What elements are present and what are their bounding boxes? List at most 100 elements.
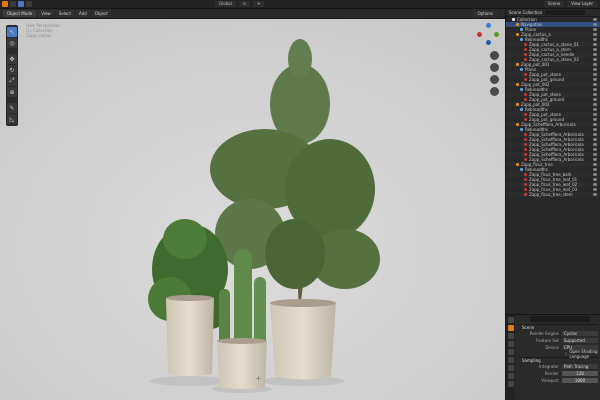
object-tab-icon[interactable] xyxy=(507,365,514,371)
zoom-icon[interactable] xyxy=(490,51,499,60)
camera-icon[interactable] xyxy=(490,75,499,84)
visibility-eye-icon[interactable] xyxy=(593,93,597,96)
snap-toggle[interactable]: ⊙ xyxy=(238,1,251,7)
collection-icon xyxy=(512,18,515,21)
layout-icon[interactable] xyxy=(18,1,24,7)
x-axis-icon xyxy=(477,32,482,37)
view-layer-dropdown[interactable]: View Layer xyxy=(567,1,597,7)
integrator-dropdown[interactable]: Path Tracing xyxy=(562,364,598,369)
visibility-eye-icon[interactable] xyxy=(593,23,597,26)
3d-cursor-icon: + xyxy=(255,374,262,383)
visibility-eye-icon[interactable] xyxy=(593,123,597,126)
grid-icon[interactable] xyxy=(26,1,32,7)
output-tab-icon[interactable] xyxy=(507,333,514,339)
cursor-3d-tool[interactable]: ◎ xyxy=(7,38,17,48)
visibility-eye-icon[interactable] xyxy=(593,158,597,161)
proportional-toggle[interactable]: ✦ xyxy=(253,1,265,7)
visibility-eye-icon[interactable] xyxy=(593,143,597,146)
visibility-eye-icon[interactable] xyxy=(593,33,597,36)
viewport-samples-field[interactable]: 1000 xyxy=(562,378,598,383)
scene-dropdown[interactable]: Scene xyxy=(543,1,565,7)
visibility-eye-icon[interactable] xyxy=(593,178,597,181)
visibility-eye-icon[interactable] xyxy=(593,168,597,171)
visibility-eye-icon[interactable] xyxy=(593,68,597,71)
visibility-eye-icon[interactable] xyxy=(593,128,597,131)
menu-view[interactable]: View xyxy=(38,10,54,17)
annotate-tool[interactable]: ✎ xyxy=(7,103,17,113)
modifier-tab-icon[interactable] xyxy=(507,373,514,379)
object-mode-dropdown[interactable]: Object Mode xyxy=(3,10,37,17)
osl-checkbox[interactable] xyxy=(565,352,568,356)
viewport-info: User Perspective (1) Collection Zapp_cac… xyxy=(26,23,60,38)
visibility-eye-icon[interactable] xyxy=(593,58,597,61)
visibility-eye-icon[interactable] xyxy=(593,113,597,116)
visibility-eye-icon[interactable] xyxy=(593,53,597,56)
view-layer-tab-icon[interactable] xyxy=(507,341,514,347)
scale-tool[interactable]: ⤢ xyxy=(7,76,17,86)
measure-tool[interactable]: ◺ xyxy=(7,114,17,124)
visibility-eye-icon[interactable] xyxy=(593,48,597,51)
menu-add[interactable]: Add xyxy=(76,10,90,17)
object-icon xyxy=(516,63,519,66)
visibility-eye-icon[interactable] xyxy=(593,83,597,86)
active-object-name: Zapp_cactus xyxy=(26,33,52,38)
visibility-eye-icon[interactable] xyxy=(593,63,597,66)
visibility-eye-icon[interactable] xyxy=(593,153,597,156)
pan-hand-icon[interactable] xyxy=(490,63,499,72)
ficus-pot[interactable] xyxy=(270,299,336,380)
visibility-eye-icon[interactable] xyxy=(593,118,597,121)
visibility-eye-icon[interactable] xyxy=(593,173,597,176)
modifier-icon xyxy=(520,68,523,71)
render-engine-dropdown[interactable]: Cycles xyxy=(562,331,598,336)
blender-logo-icon[interactable] xyxy=(2,1,8,7)
visibility-eye-icon[interactable] xyxy=(593,163,597,166)
rotate-tool[interactable]: ↻ xyxy=(7,65,17,75)
visibility-eye-icon[interactable] xyxy=(593,108,597,111)
visibility-eye-icon[interactable] xyxy=(593,78,597,81)
properties-search-input[interactable] xyxy=(530,316,590,322)
visibility-eye-icon[interactable] xyxy=(593,18,597,21)
play-icon[interactable] xyxy=(10,1,16,7)
menu-object[interactable]: Object xyxy=(91,10,111,17)
transform-tool[interactable]: ⊕ xyxy=(7,87,17,97)
outliner-row[interactable]: Zapp_ficus_tree_stem xyxy=(506,192,600,197)
modifier-icon xyxy=(520,88,523,91)
osl-label: Open Shading Language xyxy=(569,349,598,359)
visibility-eye-icon[interactable] xyxy=(593,138,597,141)
visibility-eye-icon[interactable] xyxy=(593,73,597,76)
schefflera-pot[interactable] xyxy=(166,295,214,376)
feature-set-label: Feature Set xyxy=(536,338,559,343)
move-tool[interactable]: ✥ xyxy=(7,54,17,64)
material-icon xyxy=(524,158,527,161)
z-axis-icon xyxy=(486,23,491,28)
integrator-row: Integrator Path Tracing xyxy=(518,363,598,370)
visibility-eye-icon[interactable] xyxy=(593,133,597,136)
options-dropdown[interactable]: Options xyxy=(473,11,497,17)
visibility-eye-icon[interactable] xyxy=(593,38,597,41)
visibility-eye-icon[interactable] xyxy=(593,28,597,31)
navigation-gizmo[interactable] xyxy=(477,23,499,45)
world-tab-icon[interactable] xyxy=(507,357,514,363)
visibility-eye-icon[interactable] xyxy=(593,188,597,191)
material-tab-icon[interactable] xyxy=(507,381,514,387)
visibility-eye-icon[interactable] xyxy=(593,148,597,151)
visibility-eye-icon[interactable] xyxy=(593,98,597,101)
visibility-eye-icon[interactable] xyxy=(593,103,597,106)
outliner-search-input[interactable] xyxy=(545,10,586,15)
render-tab-icon[interactable] xyxy=(507,325,514,331)
object-icon xyxy=(516,163,519,166)
scene-tab-icon[interactable] xyxy=(507,349,514,355)
visibility-eye-icon[interactable] xyxy=(593,193,597,196)
menu-select[interactable]: Select xyxy=(55,10,75,17)
3d-viewport[interactable]: + User Perspective (1) Collection Zapp_c… xyxy=(0,19,505,400)
modifier-icon xyxy=(520,28,523,31)
visibility-eye-icon[interactable] xyxy=(593,43,597,46)
perspective-toggle-icon[interactable] xyxy=(490,87,499,96)
feature-set-dropdown[interactable]: Supported xyxy=(562,338,598,343)
orientation-global-dropdown[interactable]: Global xyxy=(215,1,236,7)
render-samples-field[interactable]: 128 xyxy=(562,371,598,376)
visibility-eye-icon[interactable] xyxy=(593,183,597,186)
visibility-eye-icon[interactable] xyxy=(593,88,597,91)
cursor-select-tool[interactable]: ↖ xyxy=(7,27,17,37)
tool-tab-icon[interactable] xyxy=(507,317,514,323)
